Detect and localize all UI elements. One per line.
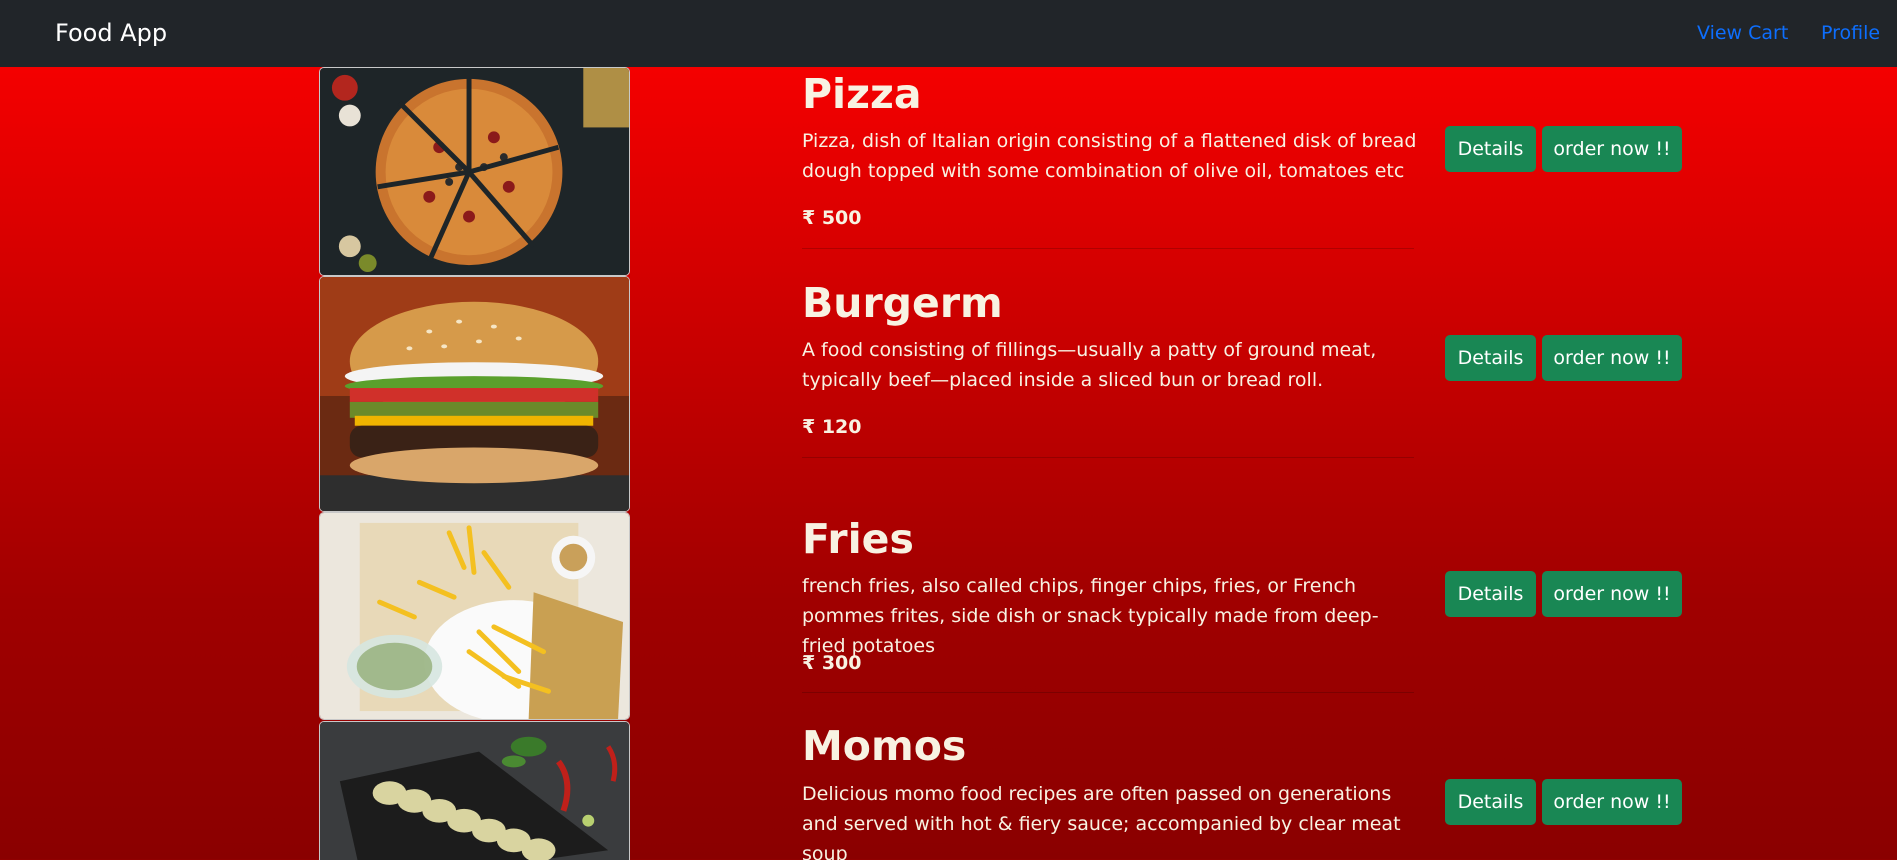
order-now-button[interactable]: order now !! xyxy=(1542,126,1682,172)
order-now-button[interactable]: order now !! xyxy=(1542,779,1682,825)
burger-image xyxy=(319,276,630,512)
item-price: ₹ 120 xyxy=(802,416,862,438)
details-button[interactable]: Details xyxy=(1445,779,1536,825)
momos-photo xyxy=(320,722,629,860)
item-description: french fries, also called chips, finger … xyxy=(802,575,1379,657)
fries-photo xyxy=(320,513,629,719)
brand-link[interactable]: Food App xyxy=(55,0,167,67)
divider xyxy=(802,692,1414,693)
momos-image xyxy=(319,721,630,860)
item-description: Pizza, dish of Italian origin consisting… xyxy=(802,130,1417,182)
burger-photo xyxy=(320,277,629,511)
order-now-button[interactable]: order now !! xyxy=(1542,571,1682,617)
pizza-photo xyxy=(320,68,629,275)
view-cart-link[interactable]: View Cart xyxy=(1697,0,1788,67)
divider xyxy=(802,457,1414,458)
profile-link[interactable]: Profile xyxy=(1821,0,1880,67)
pizza-image xyxy=(319,67,630,276)
item-title: Burgerm xyxy=(802,279,1003,327)
item-price: ₹ 300 xyxy=(802,652,862,674)
item-description: A food consisting of fillings—usually a … xyxy=(802,339,1377,391)
order-now-button[interactable]: order now !! xyxy=(1542,335,1682,381)
fries-image xyxy=(319,512,630,720)
navbar: Food App View Cart Profile xyxy=(0,0,1897,67)
details-button[interactable]: Details xyxy=(1445,335,1536,381)
divider xyxy=(802,248,1414,249)
item-title: Momos xyxy=(802,722,967,770)
item-price: ₹ 500 xyxy=(802,207,862,229)
details-button[interactable]: Details xyxy=(1445,571,1536,617)
item-description: Delicious momo food recipes are often pa… xyxy=(802,783,1401,860)
item-title: Pizza xyxy=(802,70,922,118)
details-button[interactable]: Details xyxy=(1445,126,1536,172)
item-title: Fries xyxy=(802,515,914,563)
